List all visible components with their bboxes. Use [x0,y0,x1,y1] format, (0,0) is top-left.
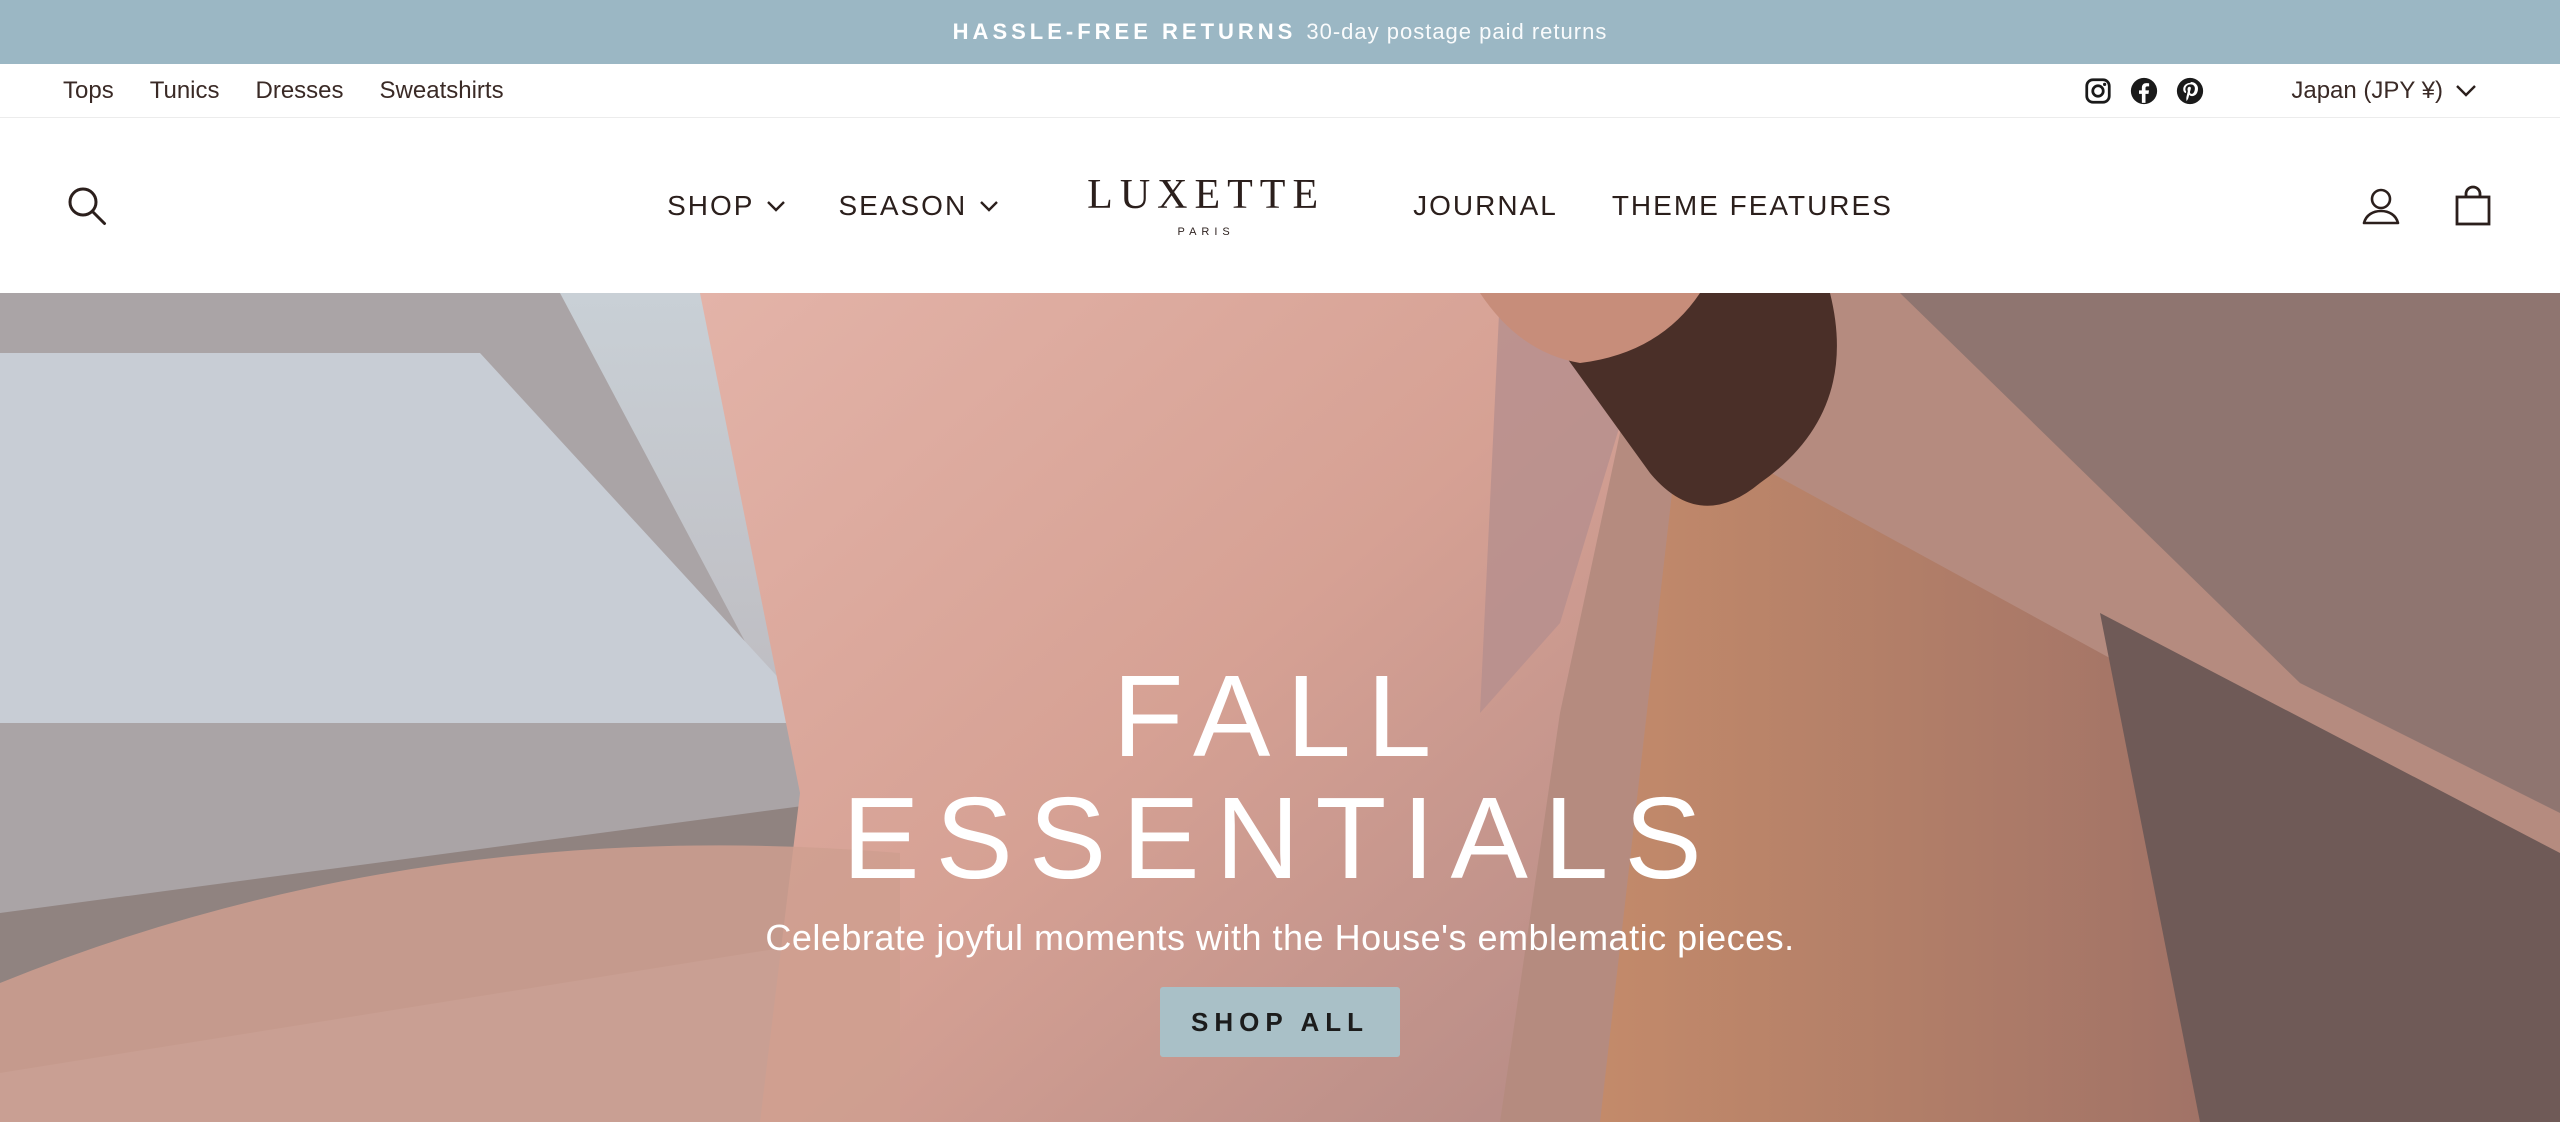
nav-theme-features-label: THEME FEATURES [1611,189,1893,221]
nav-journal-label: JOURNAL [1413,189,1558,221]
nav-right: JOURNAL THEME FEATURES [1413,190,1893,222]
social-links [2083,76,2205,106]
instagram-icon[interactable] [2083,76,2113,106]
utility-link-dresses[interactable]: Dresses [256,77,344,105]
logo-word: LUXETTE [1087,171,1326,218]
chevron-down-icon [767,200,786,212]
hero-title-line2: ESSENTIALS [842,773,1718,903]
chevron-down-icon [2456,84,2476,97]
nav-journal[interactable]: JOURNAL [1413,190,1558,222]
utility-right: Japan (JPY ¥) [2083,76,2497,106]
hero-banner: FALL ESSENTIALS Celebrate joyful moments… [0,293,2560,1122]
site-logo[interactable]: LUXETTE PARIS [1087,174,1325,238]
announcement-text[interactable]: 30-day postage paid returns [1306,19,1607,45]
site-header: SHOP SEASON LUXETTE PARIS JOURNAL THEME … [0,118,2560,293]
announcement-bar: HASSLE-FREE RETURNS 30-day postage paid … [0,0,2560,64]
pinterest-icon[interactable] [2175,76,2205,106]
nav-shop-label: SHOP [667,189,755,221]
nav-shop[interactable]: SHOP [667,190,786,222]
account-icon[interactable] [2360,185,2402,227]
cart-icon[interactable] [2452,185,2494,227]
utility-link-tunics[interactable]: Tunics [150,77,220,105]
utility-link-tops[interactable]: Tops [63,77,114,105]
hero-title-line1: FALL [1112,651,1448,781]
utility-link-sweatshirts[interactable]: Sweatshirts [380,77,504,105]
currency-selector[interactable]: Japan (JPY ¥) [2291,77,2477,105]
logo-sub: PARIS [1177,225,1235,238]
header-icons [2360,185,2494,227]
chevron-down-icon [980,200,999,212]
announcement-bold: HASSLE-FREE RETURNS [952,19,1297,44]
hero-subtitle: Celebrate joyful moments with the House'… [765,917,1795,958]
main-nav: SHOP SEASON LUXETTE PARIS JOURNAL THEME … [0,118,2560,293]
nav-left: SHOP SEASON [667,190,999,222]
search-icon[interactable] [66,185,108,227]
facebook-icon[interactable] [2129,76,2159,106]
utility-bar: Tops Tunics Dresses Sweatshirts Japan (J… [0,64,2560,118]
nav-season-label: SEASON [838,189,968,221]
nav-season[interactable]: SEASON [838,190,999,222]
nav-theme-features[interactable]: THEME FEATURES [1612,190,1893,222]
hero-content: FALL ESSENTIALS Celebrate joyful moments… [0,655,2560,1057]
shop-all-button[interactable]: SHOP ALL [1160,987,1400,1057]
currency-label: Japan (JPY ¥) [2291,76,2443,104]
hero-title: FALL ESSENTIALS [842,655,1718,899]
utility-links: Tops Tunics Dresses Sweatshirts [63,77,504,105]
